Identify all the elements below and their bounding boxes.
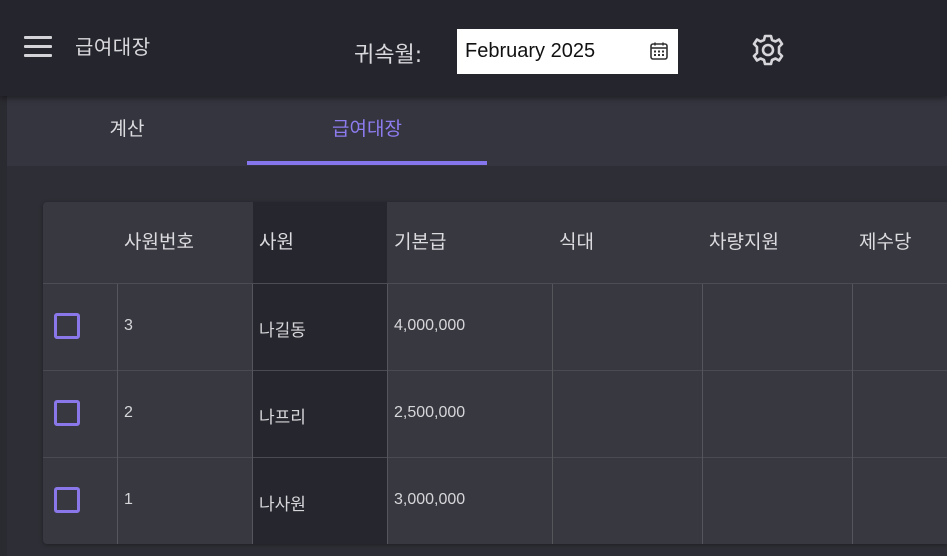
cell-base-pay: 2,500,000 — [394, 404, 466, 421]
cell-base-pay: 4,000,000 — [394, 317, 466, 334]
gear-icon[interactable] — [751, 33, 785, 67]
menu-icon[interactable] — [24, 36, 52, 58]
column-divider — [552, 284, 553, 544]
row-divider — [43, 370, 947, 371]
column-header-employee-no[interactable]: 사원번호 — [124, 202, 194, 284]
calendar-icon[interactable] — [649, 41, 669, 61]
cell-employee-name: 나길동 — [259, 321, 306, 341]
cell-employee-name: 나프리 — [259, 408, 306, 428]
cell-employee-name: 나사원 — [259, 495, 306, 515]
left-panel-edge — [0, 96, 7, 556]
tab-calculate[interactable]: 계산 — [7, 96, 247, 166]
column-divider — [117, 284, 118, 544]
cell-employee-no: 2 — [124, 404, 133, 421]
header-divider — [43, 283, 947, 284]
cell-employee-no: 3 — [124, 317, 133, 334]
tab-payroll-ledger[interactable]: 급여대장 — [247, 96, 487, 166]
column-header-vehicle[interactable]: 차량지원 — [709, 202, 779, 284]
column-divider — [387, 284, 388, 544]
cell-base-pay: 3,000,000 — [394, 491, 466, 508]
row-select-checkbox[interactable] — [54, 400, 80, 426]
app-header: 급여대장 귀속월: February 2025 — [0, 0, 947, 96]
tab-bar: 계산 급여대장 — [7, 96, 947, 166]
period-month-picker[interactable]: February 2025 — [457, 29, 678, 74]
column-divider — [852, 284, 853, 544]
period-value[interactable]: February 2025 — [465, 40, 595, 63]
row-select-checkbox[interactable] — [54, 313, 80, 339]
period-label: 귀속월: — [354, 43, 423, 68]
row-divider — [43, 457, 947, 458]
active-tab-indicator — [247, 161, 487, 165]
row-select-checkbox[interactable] — [54, 487, 80, 513]
payroll-table: 사원번호 사원 기본급 식대 차량지원 제수당 3 나길동 4,000,000 … — [43, 202, 947, 544]
column-header-base-pay[interactable]: 기본급 — [394, 202, 446, 284]
column-header-meal[interactable]: 식대 — [559, 202, 594, 284]
column-divider — [702, 284, 703, 544]
app-title: 급여대장 — [75, 35, 151, 59]
column-header-allowance[interactable]: 제수당 — [859, 202, 911, 284]
cell-employee-no: 1 — [124, 491, 133, 508]
column-divider — [252, 284, 253, 544]
column-header-employee[interactable]: 사원 — [259, 202, 294, 284]
